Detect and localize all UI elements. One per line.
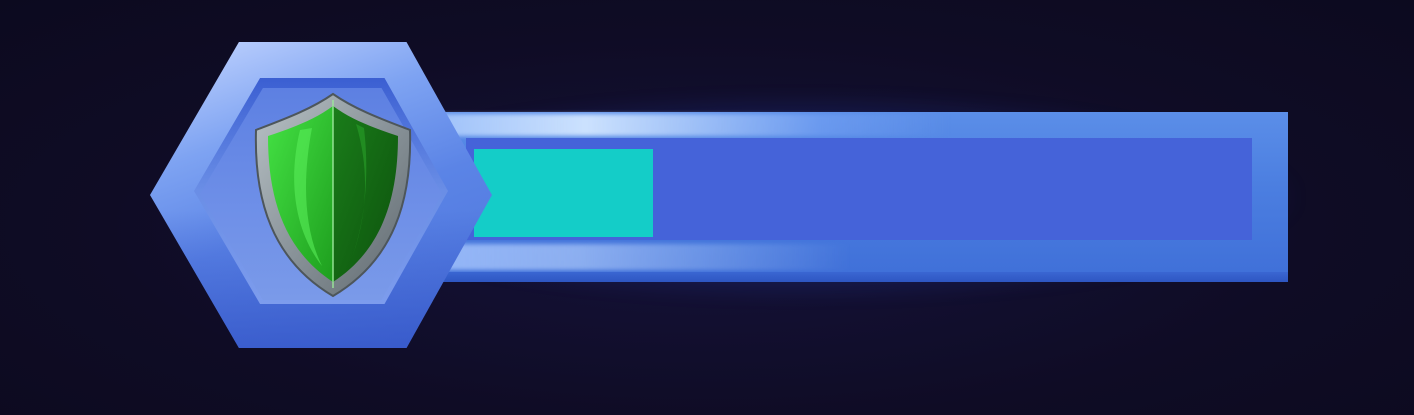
game-hud — [0, 0, 1414, 415]
frame-highlight-bottom — [430, 244, 850, 270]
shield-bar-fill — [474, 149, 653, 237]
frame-highlight-top — [430, 114, 950, 136]
shield-icon — [254, 92, 412, 298]
frame-bottom-edge — [430, 272, 1288, 282]
